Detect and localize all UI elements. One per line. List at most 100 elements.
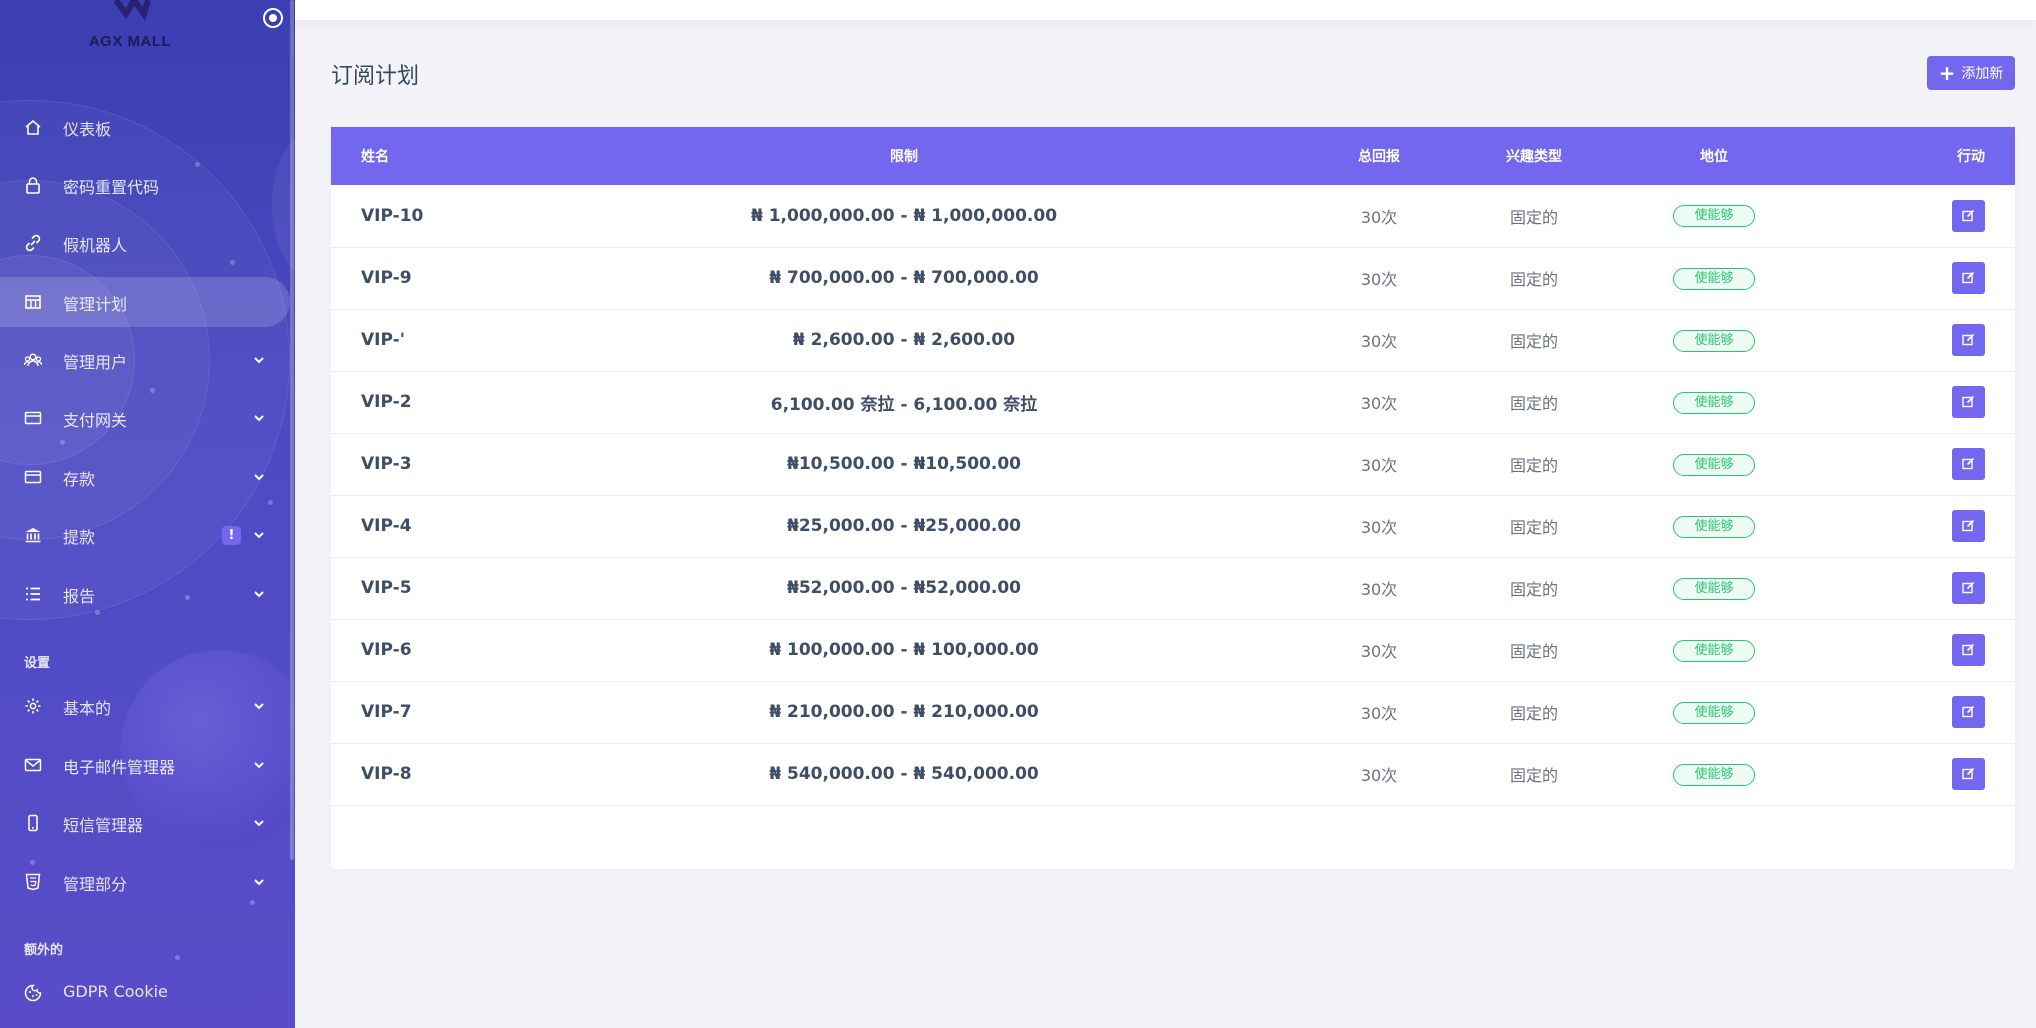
edit-button[interactable] (1952, 634, 1985, 666)
sidebar-item-sms-manager[interactable]: 短信管理器 (0, 798, 290, 848)
plan-action-cell (1795, 247, 2015, 309)
sidebar-section-extra: 额外的 (24, 943, 64, 958)
table-header-row: 姓名 限制 总回报 兴趣类型 地位 行动 (331, 127, 2015, 185)
status-badge: 使能够 (1673, 577, 1755, 600)
plan-interest-type: 固定的 (1509, 332, 1558, 351)
brand-name: AGX MALL (88, 33, 172, 50)
sidebar-item-label: 密码重置代码 (63, 178, 160, 197)
table-row: VIP-5 ₦52,000.00 - ₦52,000.00 30次 固定的 使能… (331, 557, 2015, 619)
add-new-label: 添加新 (1961, 66, 2004, 82)
sidebar-scrollbar[interactable] (290, 0, 294, 860)
header-name[interactable]: 姓名 (331, 127, 485, 185)
plan-limit: ₦ 700,000.00 - ₦ 700,000.00 (769, 268, 1039, 288)
mobile-icon (28, 814, 38, 832)
plan-name: VIP-8 (361, 764, 412, 784)
sidebar-item-general[interactable]: 基本的 (0, 681, 290, 731)
plan-interest-type: 固定的 (1509, 642, 1558, 661)
edit-button[interactable] (1952, 199, 1985, 232)
plan-interest-type: 固定的 (1509, 766, 1558, 785)
lock-icon (26, 177, 40, 194)
html5-icon (25, 873, 41, 891)
plan-limit: ₦ 210,000.00 - ₦ 210,000.00 (769, 702, 1039, 722)
edit-icon (1962, 767, 1975, 780)
table-row: VIP-6 ₦ 100,000.00 - ₦ 100,000.00 30次 固定… (331, 619, 2015, 681)
plan-icon (25, 295, 41, 309)
header-status[interactable]: 地位 (1633, 127, 1795, 185)
edit-icon (1962, 209, 1975, 221)
chevron-down-icon (254, 591, 264, 598)
edit-button[interactable] (1952, 510, 1985, 542)
plan-status-cell: 使能够 (1633, 185, 1795, 247)
header-return[interactable]: 总回报 (1323, 127, 1435, 185)
chevron-down-icon (254, 820, 264, 827)
sidebar-item-label: 存款 (63, 470, 96, 489)
sidebar-item-password-reset[interactable]: 密码重置代码 (0, 160, 290, 210)
plan-return: 30次 (1360, 766, 1398, 785)
header-limit[interactable]: 限制 (485, 127, 1323, 185)
sidebar-item-manage-users[interactable]: 管理用户 (0, 335, 290, 385)
users-icon (24, 353, 42, 367)
status-badge: 使能够 (1673, 701, 1755, 724)
plan-status-cell: 使能够 (1633, 309, 1795, 371)
sidebar: AGX MALL 仪表板 密码重置代码 假机器人 管理计划 管理用户 支付网关 … (0, 0, 295, 1028)
plans-table: 姓名 限制 总回报 兴趣类型 地位 行动 VIP-10 ₦ 1,000,000.… (331, 127, 2015, 806)
list-icon (26, 587, 40, 601)
mail-icon (24, 758, 42, 772)
sidebar-item-deposits[interactable]: 存款 (0, 452, 290, 502)
plan-name: VIP-4 (361, 516, 412, 536)
plan-limit: ₦ 100,000.00 - ₦ 100,000.00 (769, 640, 1039, 660)
sidebar-item-payment-gateways[interactable]: 支付网关 (0, 393, 290, 443)
sidebar-item-dashboard[interactable]: 仪表板 (0, 102, 290, 152)
plan-return: 30次 (1360, 456, 1398, 475)
sidebar-item-gdpr-cookie[interactable]: GDPR Cookie (0, 968, 290, 1018)
alert-badge: ! (222, 526, 241, 545)
status-badge: 使能够 (1673, 391, 1755, 414)
sidebar-item-withdrawals[interactable]: 提款 ! (0, 510, 290, 560)
sidebar-item-fake-robot[interactable]: 假机器人 (0, 218, 290, 268)
brand-logo[interactable]: AGX MALL (70, 0, 190, 50)
chevron-down-icon (254, 357, 264, 364)
sidebar-item-label: 基本的 (63, 699, 112, 718)
sidebar-item-reports[interactable]: 报告 (0, 569, 290, 619)
plan-return: 30次 (1360, 518, 1398, 537)
sidebar-section-settings: 设置 (24, 656, 51, 671)
edit-icon (1962, 705, 1975, 718)
plan-action-cell (1795, 495, 2015, 557)
sidebar-item-email-manager[interactable]: 电子邮件管理器 (0, 740, 290, 790)
plan-limit: ₦ 1,000,000.00 - ₦ 1,000,000.00 (750, 205, 1058, 226)
table-row: VIP-10 ₦ 1,000,000.00 - ₦ 1,000,000.00 3… (331, 185, 2015, 247)
credit-card-icon (24, 411, 42, 425)
plan-interest-type: 固定的 (1509, 394, 1558, 413)
sidebar-item-label: 报告 (63, 587, 96, 606)
edit-button[interactable] (1952, 696, 1985, 728)
sidebar-item-label: 仪表板 (63, 120, 112, 139)
edit-button[interactable] (1952, 758, 1985, 790)
plan-name: VIP-6 (361, 640, 412, 660)
sidebar-item-label: GDPR Cookie (63, 982, 168, 1001)
link-icon (25, 234, 41, 252)
sidebar-item-label: 管理部分 (63, 875, 128, 894)
plan-name: VIP-' (361, 330, 405, 350)
plan-action-cell (1795, 371, 2015, 433)
plan-action-cell (1795, 619, 2015, 681)
plan-limit: ₦ 2,600.00 - ₦ 2,600.00 (792, 330, 1016, 350)
sidebar-item-manage-plans[interactable]: 管理计划 (0, 277, 290, 327)
plan-interest-type: 固定的 (1509, 270, 1558, 289)
header-interest-type[interactable]: 兴趣类型 (1435, 127, 1633, 185)
plan-action-cell (1795, 681, 2015, 743)
add-new-button[interactable]: + 添加新 (1927, 56, 2015, 90)
sidebar-item-label: 电子邮件管理器 (63, 758, 176, 777)
edit-icon (1962, 581, 1975, 594)
sidebar-item-label: 支付网关 (63, 411, 128, 430)
edit-button[interactable] (1952, 386, 1985, 418)
edit-icon (1962, 643, 1975, 656)
sidebar-item-manage-sections[interactable]: 管理部分 (0, 857, 290, 907)
plan-name: VIP-7 (361, 702, 412, 722)
edit-button[interactable] (1952, 448, 1985, 480)
edit-button[interactable] (1952, 262, 1985, 294)
status-badge: 使能够 (1673, 453, 1755, 476)
edit-button[interactable] (1952, 572, 1985, 604)
sidebar-toggle-button[interactable] (263, 8, 283, 28)
plan-return: 30次 (1360, 332, 1398, 351)
edit-button[interactable] (1952, 324, 1985, 356)
